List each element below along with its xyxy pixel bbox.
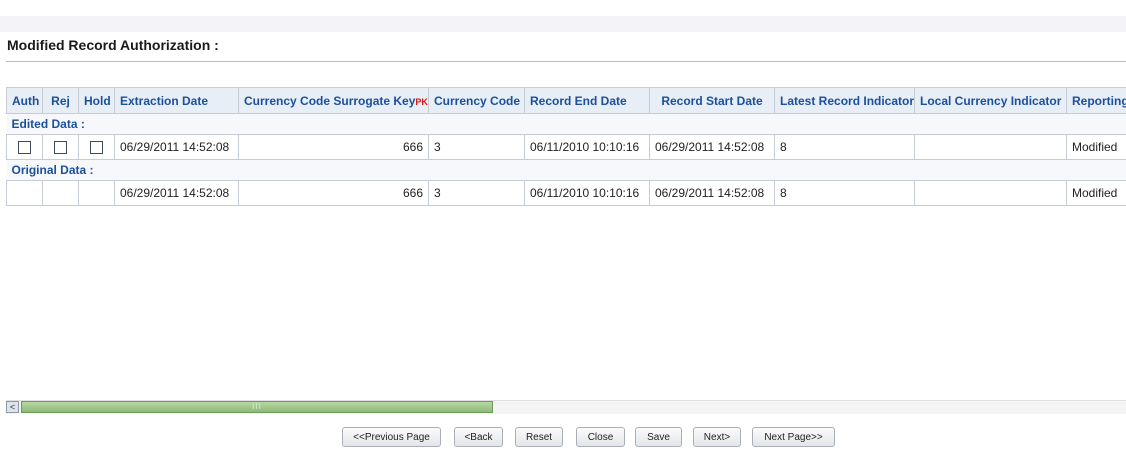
reporting-cell: Modified [1066, 180, 1126, 206]
surrogate-key-label: Currency Code Surrogate Key [244, 93, 416, 108]
reporting-cell: Modified [1066, 134, 1126, 160]
rej-cell-empty [42, 180, 79, 206]
hold-checkbox[interactable] [90, 141, 103, 155]
column-header-record-start-date[interactable]: Record Start Date [649, 87, 775, 114]
table-row-edited: 06/29/2011 14:52:08 666 3 06/11/2010 10:… [6, 134, 1126, 160]
authorization-table: Auth Rej Hold Extraction Date Currency C… [6, 87, 1126, 206]
extraction-date-cell: 06/29/2011 14:52:08 [114, 180, 239, 206]
column-header-hold[interactable]: Hold [78, 87, 115, 114]
header-row: Auth Rej Hold Extraction Date Currency C… [6, 87, 1126, 114]
column-header-surrogate-key[interactable]: Currency Code Surrogate KeyPK [238, 87, 429, 114]
local-currency-indicator-cell [914, 134, 1067, 160]
latest-record-indicator-cell: 8 [774, 180, 915, 206]
hold-cell [78, 134, 115, 160]
reject-checkbox[interactable] [54, 141, 67, 155]
previous-page-button[interactable]: <<Previous Page [342, 427, 441, 447]
primary-key-marker: PK [415, 96, 428, 107]
column-header-currency-code[interactable]: Currency Code [428, 87, 525, 114]
column-header-latest-record-indicator[interactable]: Latest Record Indicator [774, 87, 915, 114]
auth-cell-empty [6, 180, 43, 206]
auth-checkbox[interactable] [18, 141, 31, 155]
column-header-local-currency-indicator[interactable]: Local Currency Indicator [914, 87, 1067, 114]
next-button[interactable]: Next> [693, 427, 741, 447]
edited-data-label: Edited Data : [6, 113, 1126, 135]
page-title: Modified Record Authorization : [7, 37, 219, 53]
record-start-date-cell: 06/29/2011 14:52:08 [649, 134, 775, 160]
scroll-thumb[interactable]: III [21, 401, 493, 413]
back-button[interactable]: <Back [454, 427, 503, 447]
record-end-date-cell: 06/11/2010 10:10:16 [524, 180, 650, 206]
record-end-date-cell: 06/11/2010 10:10:16 [524, 134, 650, 160]
column-header-record-end-date[interactable]: Record End Date [524, 87, 650, 114]
table-row-original: 06/29/2011 14:52:08 666 3 06/11/2010 10:… [6, 180, 1126, 206]
original-data-section: Original Data : [6, 159, 1126, 181]
action-button-bar: <<Previous Page <Back Reset Close Save N… [0, 427, 1126, 449]
column-header-auth[interactable]: Auth [6, 87, 43, 114]
extraction-date-cell: 06/29/2011 14:52:08 [114, 134, 239, 160]
latest-record-indicator-cell: 8 [774, 134, 915, 160]
scroll-left-arrow-icon[interactable]: < [6, 401, 19, 413]
hold-cell-empty [78, 180, 115, 206]
surrogate-key-cell: 666 [238, 180, 429, 206]
reset-button[interactable]: Reset [515, 427, 563, 447]
original-data-label: Original Data : [6, 159, 1126, 181]
close-button[interactable]: Close [576, 427, 625, 447]
currency-code-cell: 3 [428, 180, 525, 206]
top-band [0, 16, 1126, 32]
record-start-date-cell: 06/29/2011 14:52:08 [649, 180, 775, 206]
local-currency-indicator-cell [914, 180, 1067, 206]
currency-code-cell: 3 [428, 134, 525, 160]
next-page-button[interactable]: Next Page>> [752, 427, 835, 447]
auth-cell [6, 134, 43, 160]
horizontal-scrollbar[interactable]: < III [6, 400, 1126, 414]
save-button[interactable]: Save [635, 427, 682, 447]
column-header-rej[interactable]: Rej [42, 87, 79, 114]
title-divider [6, 61, 1126, 62]
record-grid: Auth Rej Hold Extraction Date Currency C… [6, 87, 1126, 212]
column-header-reporting[interactable]: Reporting Currency [1066, 87, 1126, 114]
edited-data-section: Edited Data : [6, 113, 1126, 135]
rej-cell [42, 134, 79, 160]
surrogate-key-cell: 666 [238, 134, 429, 160]
column-header-extraction-date[interactable]: Extraction Date [114, 87, 239, 114]
